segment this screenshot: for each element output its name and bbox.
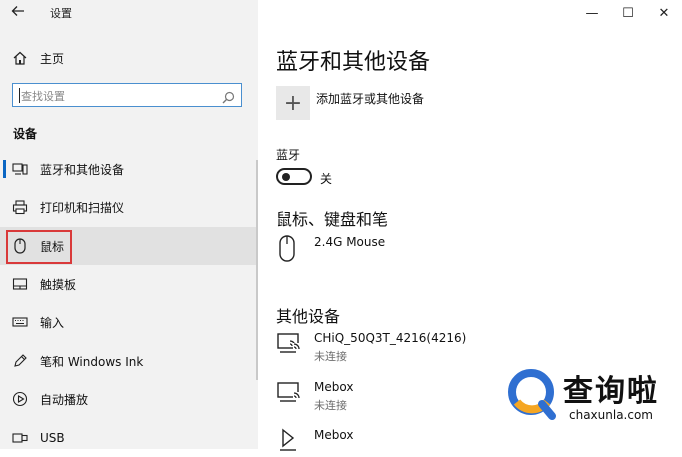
bluetooth-toggle[interactable] xyxy=(276,168,312,185)
device-status: 未连接 xyxy=(314,399,347,412)
maximize-button[interactable]: ☐ xyxy=(610,0,646,26)
sidebar-item-label: 输入 xyxy=(40,315,65,330)
display-device-icon xyxy=(276,380,302,406)
device-name: Mebox xyxy=(314,428,354,442)
sidebar-item-label: 笔和 Windows Ink xyxy=(40,354,144,369)
sidebar: 设置 主页 查找设置 设备 蓝牙和其他设备 打印机和扫描仪 鼠标 触摸板 输入 … xyxy=(0,0,258,449)
close-button[interactable]: ✕ xyxy=(646,0,682,26)
sidebar-item-printers[interactable]: 打印机和扫描仪 xyxy=(0,188,256,226)
printer-icon xyxy=(12,199,28,215)
device-name: CHiQ_50Q3T_4216(4216) xyxy=(314,331,467,345)
section-label-devices: 设备 xyxy=(13,127,38,141)
text-caret xyxy=(19,88,20,103)
search-placeholder: 查找设置 xyxy=(21,90,65,103)
magnifier-logo-icon xyxy=(507,368,559,428)
media-device-icon xyxy=(276,428,302,454)
nav-home[interactable]: 主页 xyxy=(12,49,64,67)
watermark-title: 查询啦 xyxy=(563,374,659,409)
device-name: 2.4G Mouse xyxy=(314,235,386,249)
toggle-knob xyxy=(282,173,290,181)
bluetooth-devices-icon xyxy=(12,161,28,177)
back-arrow-icon[interactable] xyxy=(10,3,30,21)
sidebar-item-usb[interactable]: USB xyxy=(0,419,256,457)
mouse-keyboard-pen-heading: 鼠标、键盘和笔 xyxy=(276,210,389,229)
sidebar-item-touchpad[interactable]: 触摸板 xyxy=(0,265,256,303)
watermark-logo: 查询啦 chaxunla.com xyxy=(507,366,677,430)
device-item-mebox[interactable]: Mebox 未连接 xyxy=(276,380,353,413)
device-item-mebox-media[interactable]: Mebox xyxy=(276,428,353,454)
display-device-icon xyxy=(276,331,302,357)
sidebar-item-typing[interactable]: 输入 xyxy=(0,303,256,341)
search-input[interactable]: 查找设置 xyxy=(12,83,242,107)
window-title: 设置 xyxy=(50,7,72,20)
home-icon xyxy=(12,50,28,66)
sidebar-item-label: USB xyxy=(40,431,65,445)
add-device-label[interactable]: 添加蓝牙或其他设备 xyxy=(316,90,424,107)
keyboard-icon xyxy=(12,314,28,330)
search-icon[interactable] xyxy=(222,89,235,104)
usb-icon xyxy=(12,430,28,446)
plus-icon: + xyxy=(283,90,303,116)
minimize-button[interactable]: — xyxy=(574,0,610,26)
bluetooth-label: 蓝牙 xyxy=(276,148,301,162)
pen-icon xyxy=(12,353,28,369)
device-item-chiq[interactable]: CHiQ_50Q3T_4216(4216) 未连接 xyxy=(276,331,466,364)
autoplay-icon xyxy=(12,391,28,407)
sidebar-item-autoplay[interactable]: 自动播放 xyxy=(0,380,256,418)
sidebar-item-label: 自动播放 xyxy=(40,392,89,407)
sidebar-item-pen[interactable]: 笔和 Windows Ink xyxy=(0,342,256,380)
sidebar-item-label: 蓝牙和其他设备 xyxy=(40,162,125,177)
page-title: 蓝牙和其他设备 xyxy=(276,50,431,75)
watermark-url: chaxunla.com xyxy=(569,408,653,422)
window-controls: — ☐ ✕ xyxy=(574,0,682,26)
sidebar-item-label: 打印机和扫描仪 xyxy=(40,200,125,215)
bluetooth-toggle-state: 关 xyxy=(320,172,333,186)
device-item-mouse[interactable]: 2.4G Mouse xyxy=(276,235,386,262)
nav-home-label: 主页 xyxy=(40,51,65,66)
device-name: Mebox xyxy=(314,380,354,394)
touchpad-icon xyxy=(12,276,28,292)
sidebar-item-label: 触摸板 xyxy=(40,277,77,292)
add-device-button[interactable]: + xyxy=(276,86,310,120)
device-status: 未连接 xyxy=(314,350,347,363)
highlight-annotation xyxy=(6,230,72,264)
mouse-device-icon xyxy=(276,235,302,262)
other-devices-heading: 其他设备 xyxy=(276,307,341,326)
sidebar-item-bluetooth[interactable]: 蓝牙和其他设备 xyxy=(0,150,256,188)
